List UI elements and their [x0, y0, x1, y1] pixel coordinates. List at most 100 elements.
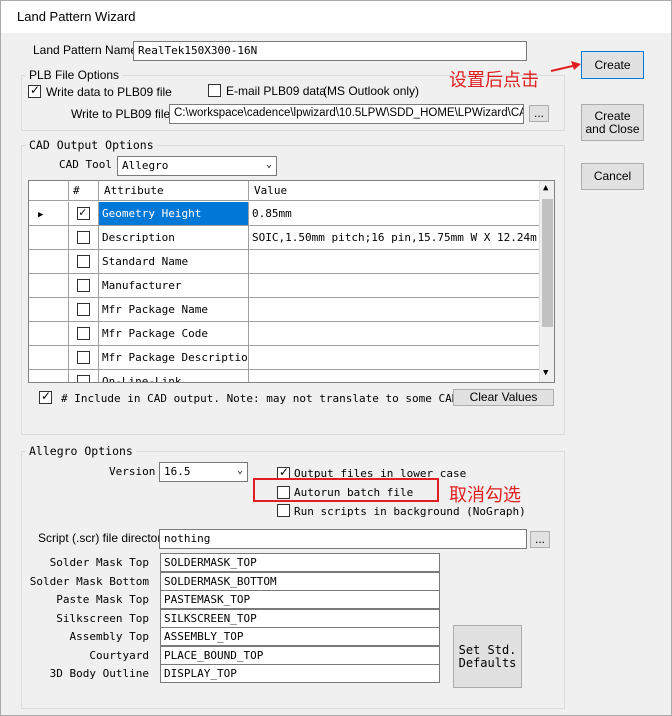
row-value[interactable]	[249, 346, 539, 370]
row-value[interactable]	[249, 322, 539, 346]
autorun-batch-label: Autorun batch file	[294, 486, 414, 499]
layer-input[interactable]: SOLDERMASK_BOTTOM	[160, 571, 440, 591]
row-include-checkbox[interactable]	[77, 303, 90, 316]
cad-tool-select[interactable]: Allegro ⌄	[117, 156, 277, 176]
row-value[interactable]	[249, 370, 539, 382]
row-include-cell[interactable]	[69, 274, 99, 298]
row-value[interactable]	[249, 250, 539, 274]
table-row[interactable]: Mfr Package Code	[29, 322, 539, 346]
run-background-label: Run scripts in background (NoGraph)	[294, 505, 526, 518]
row-indicator	[29, 226, 69, 250]
row-attribute[interactable]: On-Line-Link	[99, 370, 249, 382]
row-include-cell[interactable]	[69, 226, 99, 250]
cancel-button[interactable]: Cancel	[581, 163, 644, 190]
land-pattern-name-input[interactable]: RealTek150X300-16N	[133, 41, 527, 61]
layer-input[interactable]: ASSEMBLY_TOP	[160, 627, 440, 646]
land-pattern-name-label: Land Pattern Name	[33, 43, 138, 57]
row-include-checkbox[interactable]	[77, 255, 90, 268]
row-include-checkbox[interactable]	[77, 375, 90, 382]
version-select[interactable]: 16.5 ⌄	[159, 462, 248, 482]
email-plb-note: (MS Outlook only)	[323, 84, 420, 98]
row-indicator	[29, 274, 69, 298]
create-and-close-label-2: and Close	[585, 121, 640, 136]
grid-scrollbar[interactable]: ▲ ▼	[539, 181, 554, 382]
script-browse-button[interactable]: ...	[530, 531, 550, 548]
row-value[interactable]	[249, 274, 539, 298]
attribute-grid[interactable]: # Attribute Value ▶ Geometry Height0.85mm…	[28, 180, 555, 383]
layer-input[interactable]: SILKSCREEN_TOP	[160, 608, 440, 628]
table-row[interactable]: ▶ Geometry Height0.85mm	[29, 202, 539, 226]
create-button[interactable]: Create	[581, 51, 644, 79]
row-indicator	[29, 298, 69, 322]
row-attribute[interactable]: Manufacturer	[99, 274, 249, 298]
email-plb-label: E-mail PLB09 data	[226, 84, 327, 98]
write-to-plb-label: Write to PLB09 file	[71, 107, 171, 121]
create-and-close-button[interactable]: Create and Close	[581, 104, 644, 141]
version-value: 16.5	[164, 465, 191, 478]
table-row[interactable]: Standard Name	[29, 250, 539, 274]
write-plb-checkbox[interactable]	[28, 83, 41, 98]
row-indicator	[29, 370, 69, 382]
row-include-cell[interactable]	[69, 346, 99, 370]
table-row[interactable]: Mfr Package Name	[29, 298, 539, 322]
row-include-cell[interactable]	[69, 202, 99, 226]
layer-label: 3D Body Outline	[49, 667, 149, 680]
grid-header-attribute: Attribute	[99, 181, 249, 201]
chevron-down-icon: ⌄	[236, 465, 243, 476]
write-plb-label: Write data to PLB09 file	[46, 85, 172, 99]
row-value[interactable]: 0.85mm	[249, 202, 539, 226]
layer-input[interactable]: SOLDERMASK_TOP	[160, 553, 440, 572]
grid-header-corner	[29, 181, 69, 201]
set-std-defaults-button[interactable]: Set Std. Defaults	[453, 625, 522, 688]
row-include-cell[interactable]	[69, 322, 99, 346]
cad-group-title: CAD Output Options	[26, 138, 157, 152]
row-indicator	[29, 322, 69, 346]
table-row[interactable]: On-Line-Link	[29, 370, 539, 382]
include-legend-checkbox	[39, 389, 52, 404]
script-dir-input[interactable]: nothing	[159, 529, 527, 549]
row-include-cell[interactable]	[69, 370, 99, 382]
layer-label: Solder Mask Top	[49, 556, 149, 569]
run-background-checkbox[interactable]	[277, 504, 290, 517]
row-indicator	[29, 346, 69, 370]
email-plb-checkbox[interactable]	[208, 84, 221, 97]
layer-input[interactable]: PASTEMASK_TOP	[160, 590, 440, 609]
table-row[interactable]: Manufacturer	[29, 274, 539, 298]
row-value[interactable]	[249, 298, 539, 322]
layer-input[interactable]: DISPLAY_TOP	[160, 664, 440, 683]
layer-input[interactable]: PLACE_BOUND_TOP	[160, 645, 440, 665]
scroll-down-icon[interactable]: ▼	[543, 368, 548, 378]
row-include-checkbox[interactable]	[77, 205, 90, 220]
table-row[interactable]: Mfr Package Description	[29, 346, 539, 370]
cad-tool-value: Allegro	[122, 159, 169, 172]
layer-label: Assembly Top	[69, 630, 149, 643]
cad-tool-label: CAD Tool	[59, 158, 112, 171]
row-attribute[interactable]: Mfr Package Description	[99, 346, 249, 370]
set-std-label-1: Set Std.	[458, 642, 517, 657]
red-arrow-icon	[550, 61, 581, 72]
row-attribute[interactable]: Geometry Height	[99, 202, 249, 226]
plb-browse-button[interactable]: ...	[529, 105, 549, 122]
allegro-group-title: Allegro Options	[26, 444, 136, 458]
row-include-checkbox[interactable]	[77, 279, 90, 292]
row-include-checkbox[interactable]	[77, 327, 90, 340]
row-include-cell[interactable]	[69, 250, 99, 274]
row-attribute[interactable]: Mfr Package Code	[99, 322, 249, 346]
clear-values-button[interactable]: Clear Values	[453, 389, 554, 406]
grid-header-hash: #	[69, 181, 99, 201]
row-include-cell[interactable]	[69, 298, 99, 322]
scroll-up-icon[interactable]: ▲	[543, 183, 548, 193]
row-include-checkbox[interactable]	[77, 231, 90, 244]
row-attribute[interactable]: Standard Name	[99, 250, 249, 274]
uncheck-annotation: 取消勾选	[449, 485, 521, 506]
layer-label: Solder Mask Bottom	[29, 574, 149, 588]
row-attribute[interactable]: Description	[99, 226, 249, 250]
scroll-thumb[interactable]	[542, 199, 553, 327]
current-row-arrow-icon: ▶	[38, 210, 44, 220]
autorun-batch-checkbox[interactable]	[277, 486, 290, 499]
plb-path-input[interactable]: C:\workspace\cadence\lpwizard\10.5LPW\SD…	[169, 104, 524, 124]
row-include-checkbox[interactable]	[77, 351, 90, 364]
table-row[interactable]: Description SOIC,1.50mm pitch;16 pin,15.7…	[29, 226, 539, 250]
row-value[interactable]: SOIC,1.50mm pitch;16 pin,15.75mm W X 12.…	[249, 226, 539, 250]
row-attribute[interactable]: Mfr Package Name	[99, 298, 249, 322]
